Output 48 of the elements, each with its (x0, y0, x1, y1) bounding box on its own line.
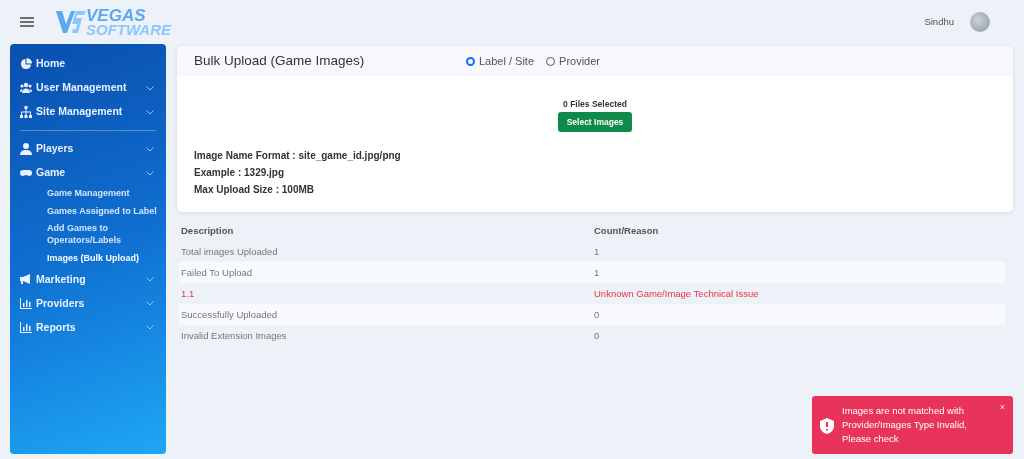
select-images-button[interactable]: Select Images (557, 111, 633, 133)
sidebar-item[interactable]: User Management (10, 76, 166, 100)
files-count: 0 Files Selected (563, 98, 627, 111)
info-text: Example : 1329.jpg (194, 166, 286, 181)
logo-text: SOFTWARE (86, 22, 171, 37)
table-cell: 0 (592, 325, 1005, 347)
toast-message: Images are not matched with Provider/Images Type Invalid, Please check (842, 404, 968, 446)
bar-chart-icon (20, 297, 32, 310)
logo-icon (56, 9, 86, 35)
sidebar-item[interactable]: Game (10, 161, 166, 185)
submenu-item[interactable]: Games Assigned to Label (10, 202, 166, 221)
submenu-item[interactable]: Add Games to Operators/Labels (10, 220, 166, 250)
table-cell: 0 (592, 304, 1005, 326)
megaphone-icon (20, 273, 32, 286)
table-cell: Failed To Upload (179, 262, 592, 284)
sidebar-item[interactable]: Reports (10, 315, 166, 340)
info-text: Max Upload Size : 100MB (194, 183, 316, 198)
table-cell: Successfully Uploaded (179, 304, 592, 326)
table-cell: 1 (592, 241, 1005, 263)
sidebar-item[interactable]: Home (10, 52, 166, 76)
menu-icon[interactable] (20, 17, 34, 27)
submenu-item[interactable]: Images (Bulk Upload) (10, 249, 166, 268)
table-cell: 1.1 (179, 283, 592, 305)
table-cell: 1 (592, 262, 1005, 284)
sidebar-item[interactable]: Site Management (10, 100, 166, 124)
table-cell: Invalid Extension Images (179, 325, 592, 347)
logo-text: VEGAS (86, 7, 147, 23)
column-header: Description (179, 220, 592, 242)
table-cell: Total images Uploaded (179, 241, 592, 263)
bar-chart-icon (20, 321, 32, 334)
card-title: Bulk Upload (Game Images) (194, 51, 366, 70)
info-text: Image Name Format : site_game_id.jpg/png (194, 149, 402, 164)
pie-chart-icon (20, 58, 32, 70)
submenu-item[interactable]: Game Management (10, 185, 166, 203)
radio-option[interactable]: Provider (546, 52, 600, 70)
sidebar-item[interactable]: Providers (10, 291, 166, 316)
sitemap-icon (20, 106, 32, 118)
user-icon (20, 143, 32, 155)
close-button[interactable]: × (999, 401, 1005, 415)
sidebar-item[interactable]: Marketing (10, 267, 166, 292)
shield-alert-icon (820, 418, 834, 434)
column-header: Count/Reason (592, 220, 1005, 242)
user-name: Sindhu (924, 14, 954, 29)
radio-option[interactable]: Label / Site (466, 52, 535, 70)
gamepad-icon (20, 167, 32, 179)
sidebar-item[interactable]: Players (10, 137, 166, 161)
users-icon (20, 82, 32, 94)
table-cell: Unknown Game/Image Technical Issue (592, 283, 1005, 305)
